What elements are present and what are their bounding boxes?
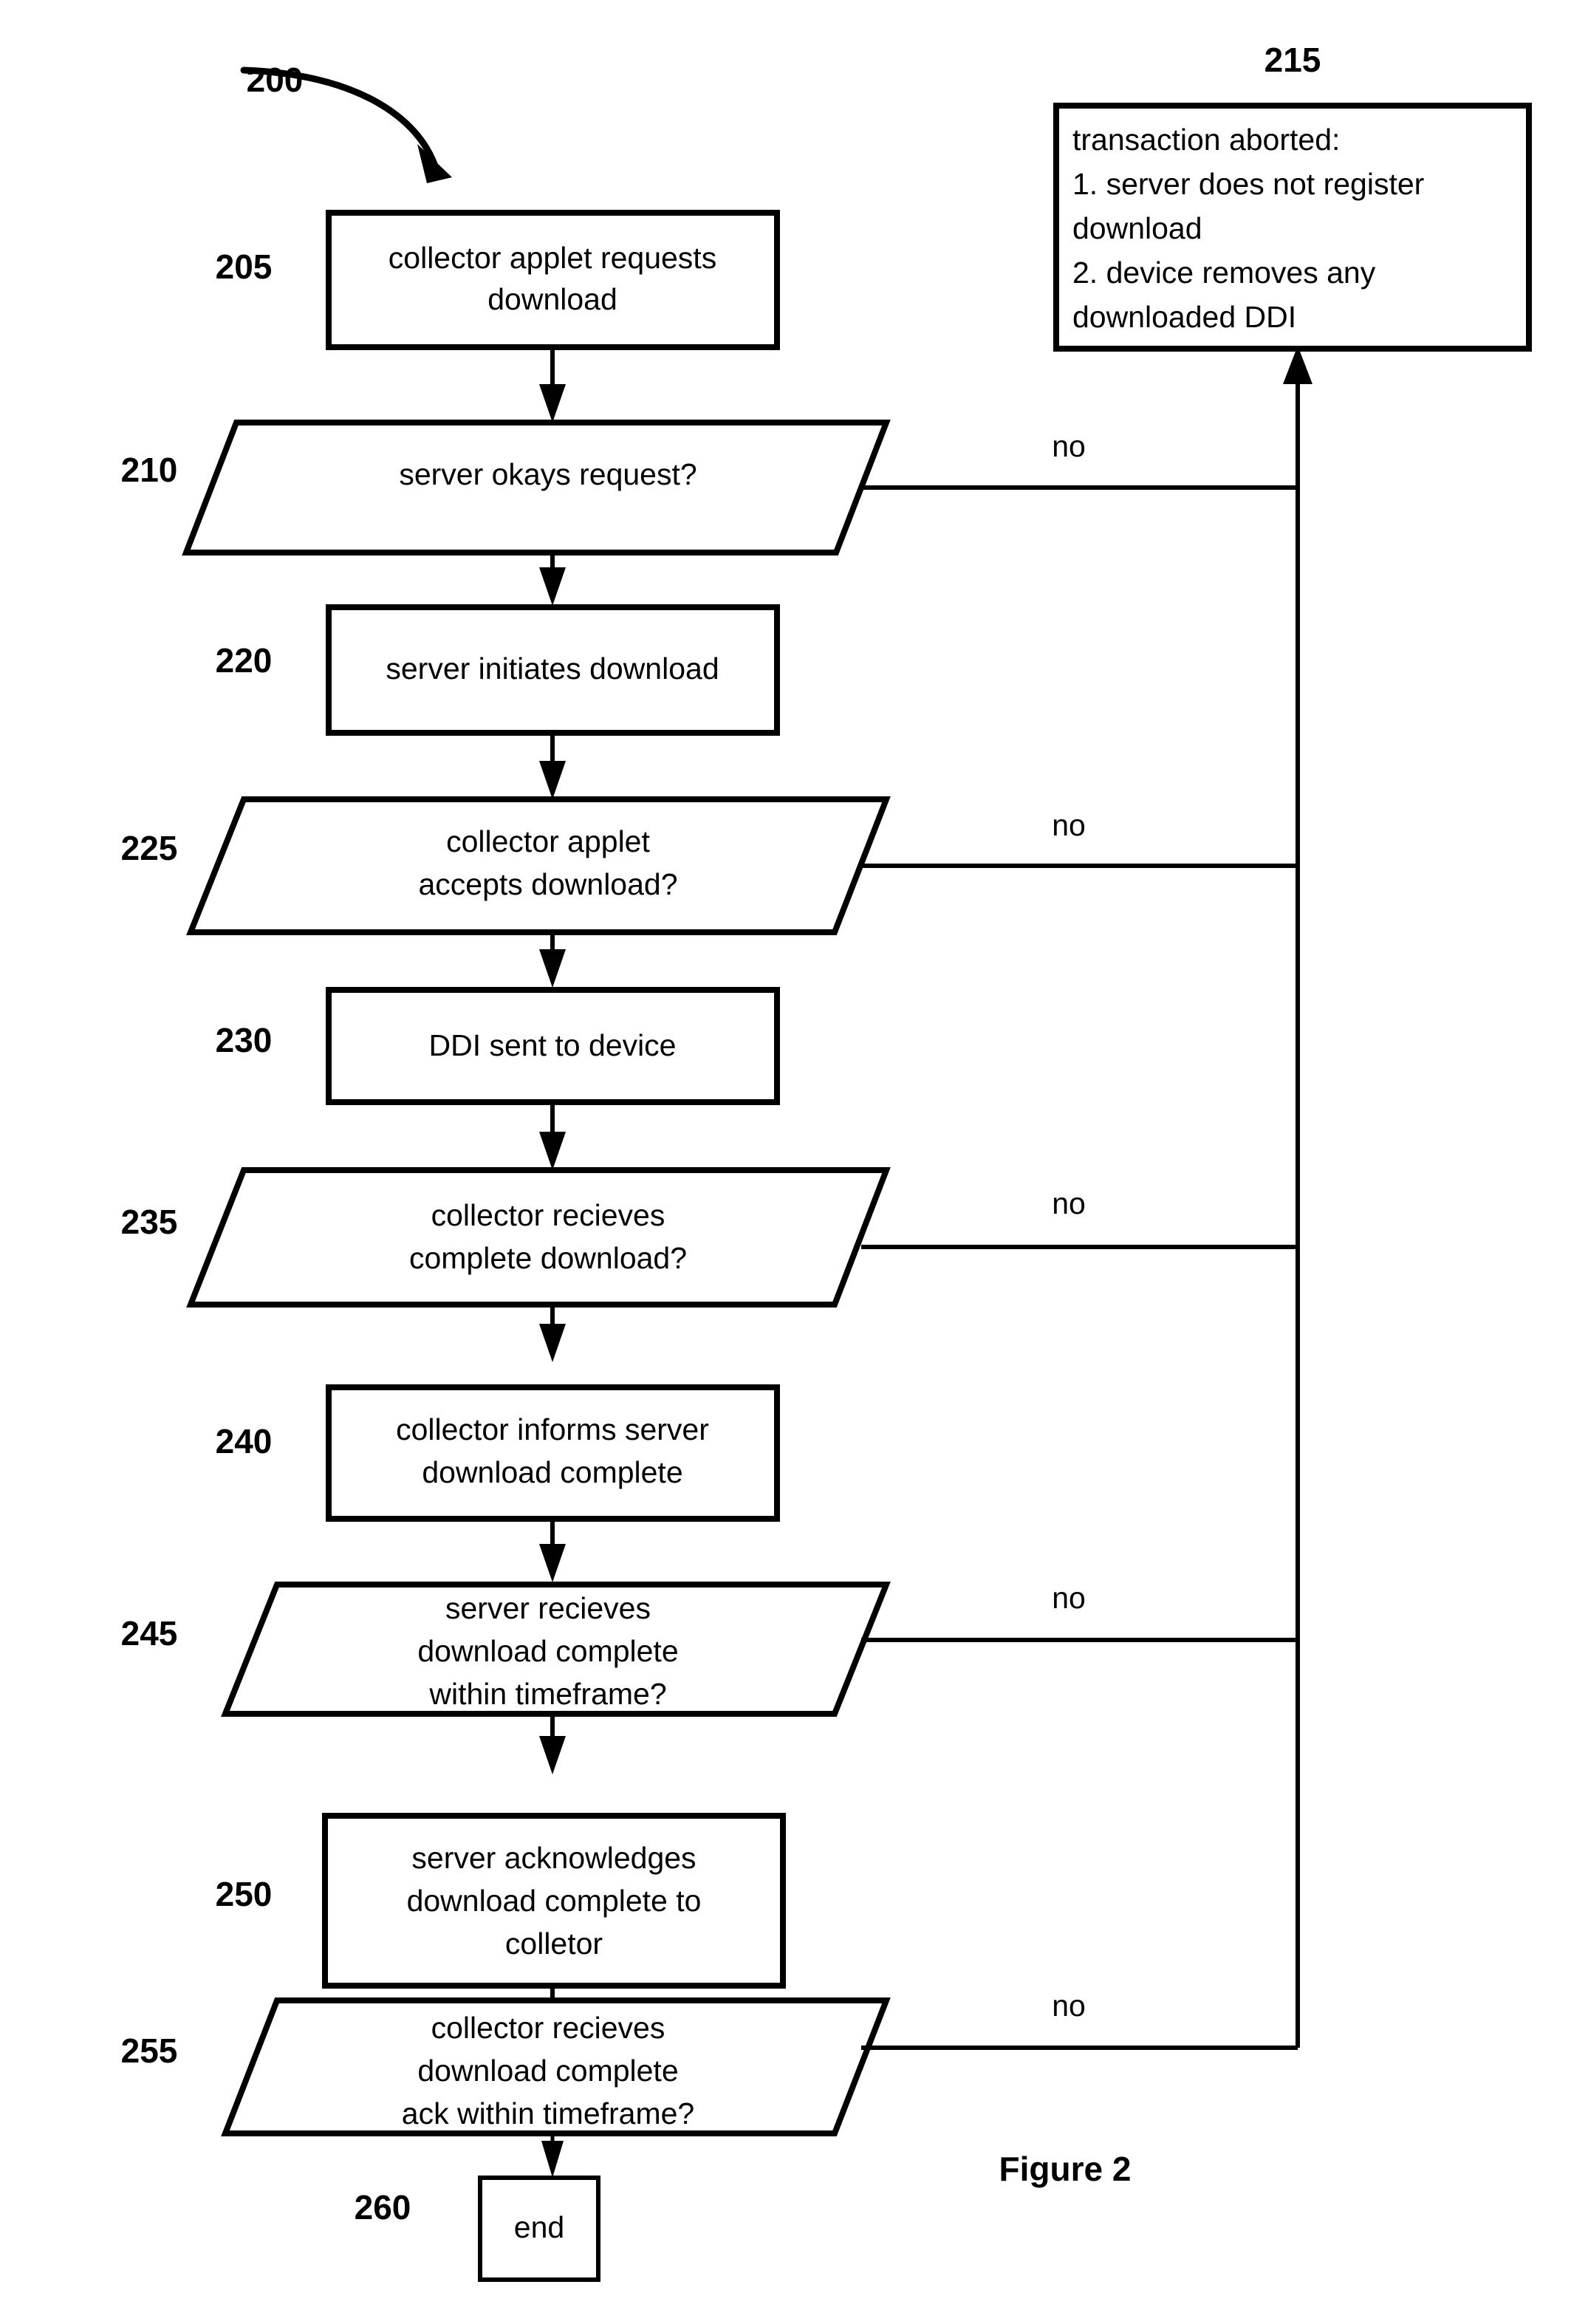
- node-240-line-1: download complete: [422, 1455, 682, 1489]
- node-240-shape: [326, 1384, 780, 1522]
- ref-number-240: 240: [216, 1422, 273, 1460]
- ref-number-255: 255: [121, 2031, 178, 2070]
- node-250-line-1: download complete to: [407, 1884, 702, 1918]
- node-205-line-1: download: [487, 282, 617, 316]
- branch-label-255: no: [1052, 1989, 1086, 2023]
- node-205-shape: [326, 210, 780, 350]
- node-235-shape: [186, 1167, 891, 1308]
- abort-line-1: 1. server does not register: [1072, 167, 1424, 201]
- abort-line-3: 2. device removes any: [1072, 256, 1376, 290]
- node-255-line-1: download complete: [417, 2054, 678, 2088]
- branch-label-225: no: [1052, 808, 1086, 842]
- node-235-line-0: collector recieves: [431, 1198, 665, 1232]
- node-210-line-0: server okays request?: [399, 457, 697, 491]
- figure-caption: Figure 2: [999, 2150, 1132, 2188]
- node-245-line-1: download complete: [417, 1634, 678, 1668]
- node-225-shape: [186, 796, 891, 935]
- ref-number-220: 220: [216, 641, 273, 680]
- ref-number-200: 200: [247, 61, 304, 99]
- arrowhead-225-230: [539, 949, 566, 988]
- branch-label-210: no: [1052, 429, 1086, 463]
- node-225-line-1: accepts download?: [418, 867, 677, 901]
- node-245-line-0: server recieves: [445, 1591, 651, 1625]
- node-245-line-2: within timeframe?: [428, 1677, 666, 1711]
- arrowhead-230-235: [539, 1132, 566, 1170]
- ref-number-250: 250: [216, 1875, 273, 1913]
- node-255-line-0: collector recieves: [431, 2011, 665, 2045]
- arrowhead-245-250: [539, 1736, 566, 1774]
- ref-number-215: 215: [1264, 41, 1321, 79]
- abort-line-4: downloaded DDI: [1072, 300, 1296, 334]
- flowchart-canvas: collector applet requests download 205 s…: [121, 41, 1532, 2282]
- node-255-line-2: ack within timeframe?: [402, 2096, 694, 2130]
- arrowhead-240-245: [539, 1544, 566, 1582]
- arrowhead-205-210: [539, 384, 566, 423]
- ref-number-245: 245: [121, 1614, 178, 1653]
- node-235-line-1: complete download?: [409, 1241, 687, 1275]
- ref-number-210: 210: [121, 451, 178, 489]
- arrowhead-235-240: [539, 1324, 566, 1362]
- node-260-line-0: end: [514, 2210, 564, 2244]
- ref-number-235: 235: [121, 1203, 178, 1241]
- branch-label-235: no: [1052, 1186, 1086, 1220]
- abort-line-2: download: [1072, 211, 1202, 245]
- arrowhead-220-225: [539, 761, 566, 799]
- node-225-line-0: collector applet: [446, 824, 650, 858]
- ref-number-260: 260: [355, 2188, 411, 2226]
- node-250-line-0: server acknowledges: [411, 1841, 696, 1875]
- ref-number-230: 230: [216, 1021, 273, 1059]
- abort-line-0: transaction aborted:: [1072, 123, 1340, 157]
- ref-number-205: 205: [216, 247, 273, 286]
- diagram-lead-arrowhead: [417, 144, 452, 183]
- node-250-line-2: colletor: [505, 1927, 603, 1961]
- patent-figure: collector applet requests download 205 s…: [0, 0, 1588, 2324]
- node-240-line-0: collector informs server: [396, 1412, 709, 1446]
- arrowhead-210-220: [539, 567, 566, 606]
- node-230-line-0: DDI sent to device: [429, 1028, 677, 1062]
- node-220-line-0: server initiates download: [386, 652, 719, 686]
- branch-label-245: no: [1052, 1581, 1086, 1615]
- node-205-line-0: collector applet requests: [389, 241, 716, 275]
- ref-number-225: 225: [121, 829, 178, 867]
- arrowhead-255-260: [541, 2141, 564, 2178]
